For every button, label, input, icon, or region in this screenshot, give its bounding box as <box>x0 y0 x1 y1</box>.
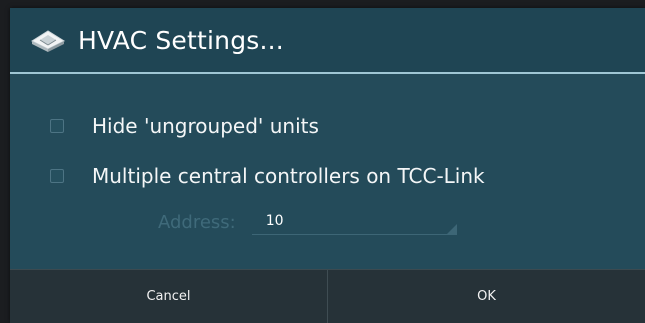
multiple-controllers-checkbox[interactable] <box>50 169 64 183</box>
address-label: Address: <box>158 211 236 233</box>
multiple-controllers-label: Multiple central controllers on TCC-Link <box>92 164 485 188</box>
dialog-title: HVAC Settings... <box>78 25 284 55</box>
address-row: Address: 10 <box>158 202 457 242</box>
spinner-underline <box>251 234 457 235</box>
option-multiple-controllers[interactable]: Multiple central controllers on TCC-Link <box>50 156 485 196</box>
hide-ungrouped-label: Hide 'ungrouped' units <box>92 114 319 138</box>
dialog-title-bar: HVAC Settings... <box>10 8 645 72</box>
cancel-button[interactable]: Cancel <box>10 270 327 323</box>
hvac-settings-dialog: HVAC Settings... Hide 'ungrouped' units … <box>10 8 645 323</box>
spinner-dropdown-icon <box>445 224 457 235</box>
hide-ungrouped-checkbox[interactable] <box>50 119 64 133</box>
address-value: 10 <box>265 213 284 229</box>
address-spinner[interactable]: 10 <box>251 205 457 239</box>
hvac-cassette-unit-icon <box>24 25 72 55</box>
ok-button[interactable]: OK <box>327 270 645 323</box>
dialog-content: Hide 'ungrouped' units Multiple central … <box>10 74 645 269</box>
option-hide-ungrouped[interactable]: Hide 'ungrouped' units <box>50 106 319 146</box>
dialog-button-bar: Cancel OK <box>10 269 645 323</box>
